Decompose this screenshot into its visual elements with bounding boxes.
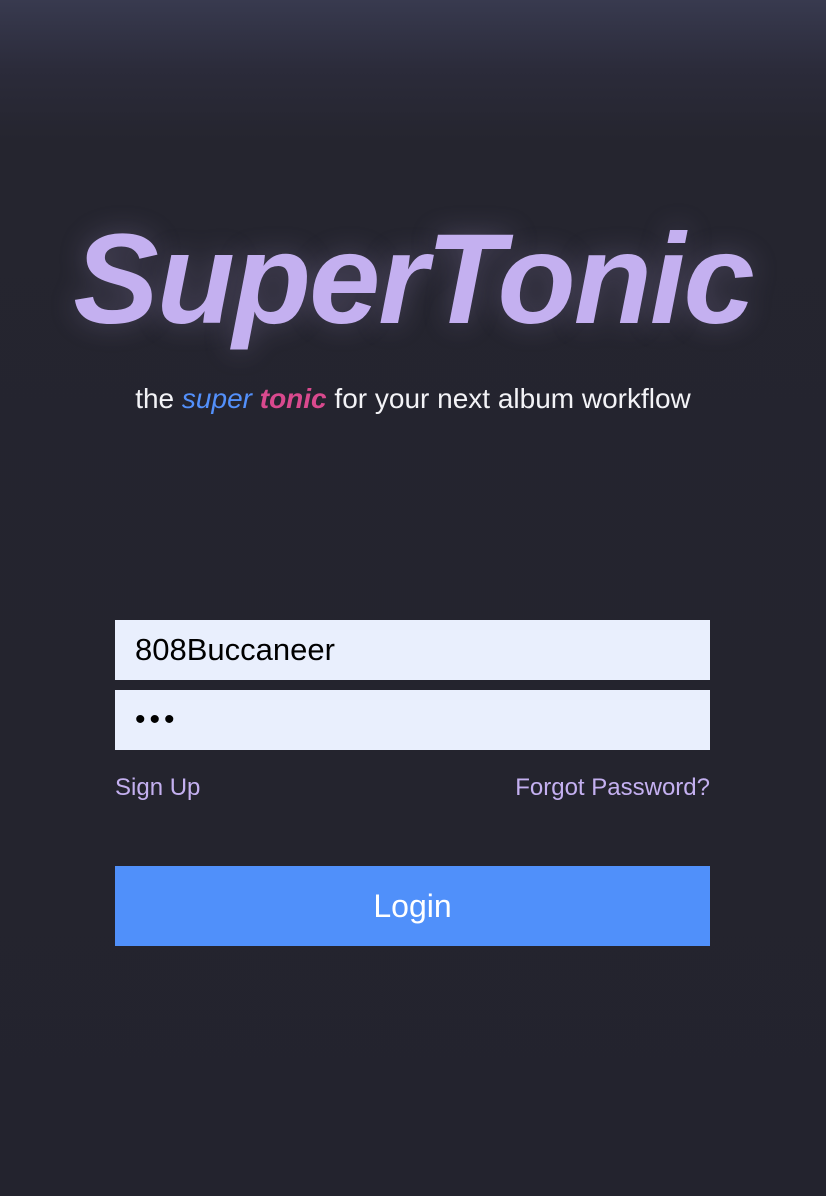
- tagline: the super tonic for your next album work…: [0, 380, 826, 418]
- forgot-password-link[interactable]: Forgot Password?: [515, 772, 710, 804]
- username-value: 808Buccaneer: [135, 632, 335, 667]
- password-input[interactable]: •••: [115, 690, 710, 750]
- sign-up-link[interactable]: Sign Up: [115, 772, 200, 804]
- tagline-prefix: the: [135, 383, 175, 414]
- tagline-suffix: for your next album workflow: [334, 383, 691, 414]
- username-input[interactable]: 808Buccaneer: [115, 620, 710, 680]
- login-button[interactable]: Login: [115, 866, 710, 946]
- login-screen: SuperTonic the super tonic for your next…: [0, 0, 826, 1196]
- tagline-super-word: super: [181, 383, 252, 414]
- tagline-tonic-word: tonic: [259, 383, 327, 414]
- password-mask: •••: [135, 703, 179, 736]
- login-button-label: Login: [373, 887, 452, 924]
- app-logo-title: SuperTonic: [73, 208, 754, 351]
